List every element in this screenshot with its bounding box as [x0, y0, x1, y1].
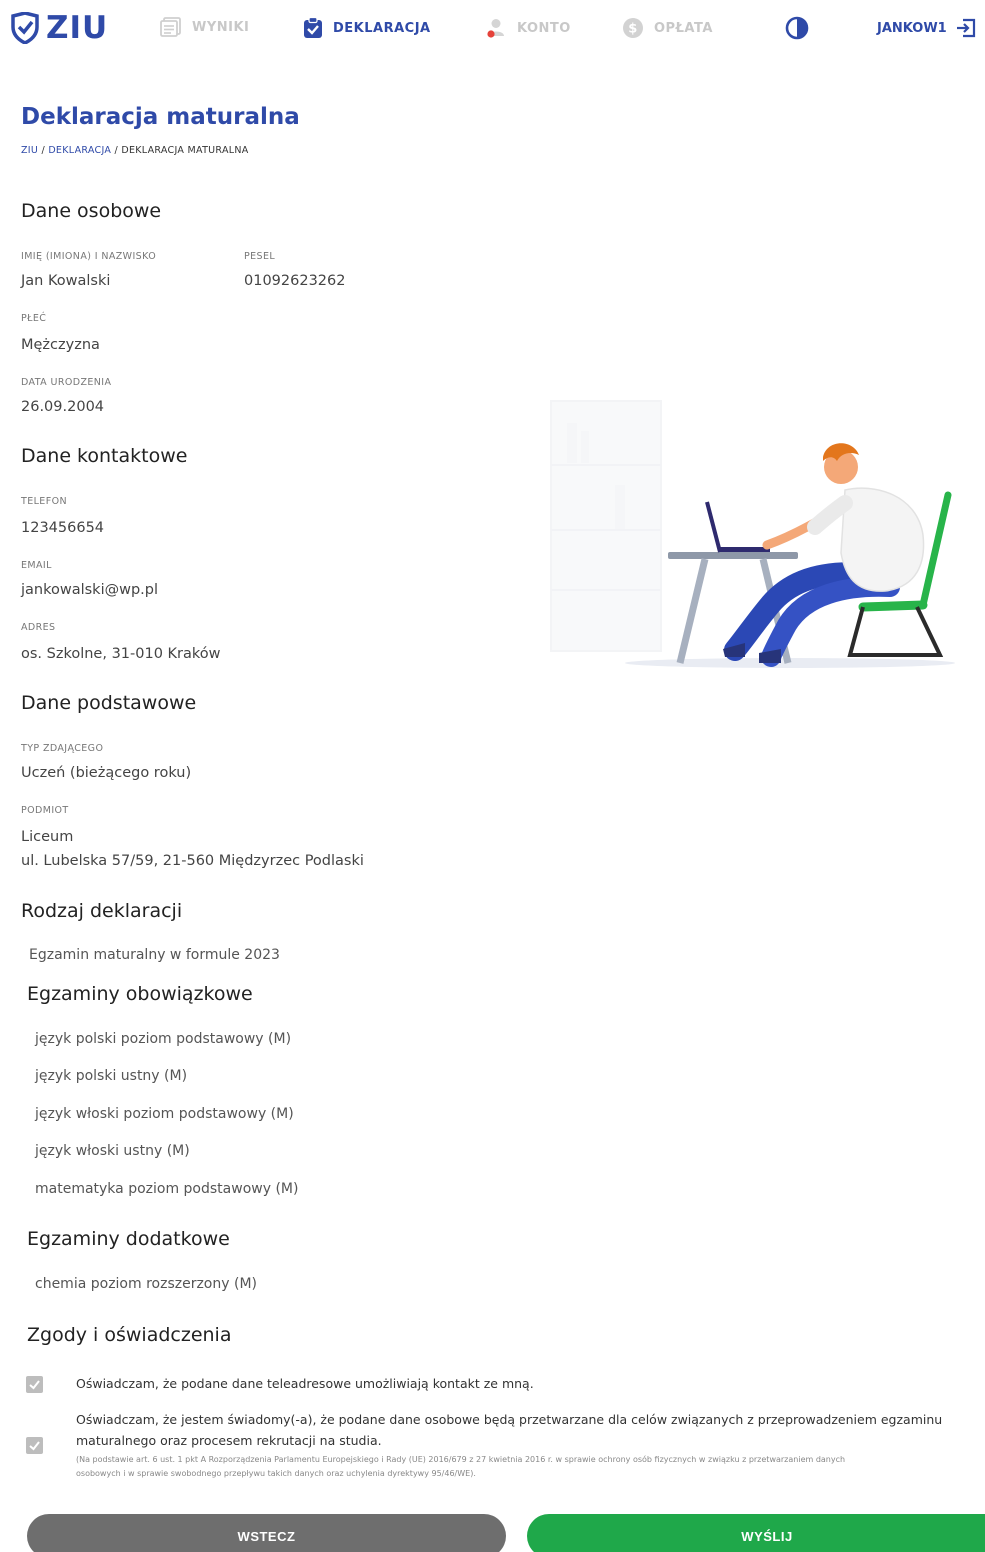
page-title: Deklaracja maturalna — [21, 104, 300, 130]
additional-exam-item: chemia poziom rozszerzony (M) — [35, 1276, 257, 1292]
birth-date-label: DATA URODZENIA — [21, 377, 112, 388]
candidate-type-label: TYP ZDAJĄCEGO — [21, 743, 104, 754]
address-label: ADRES — [21, 622, 56, 633]
entity-address: ul. Lubelska 57/59, 21-560 Międzyrzec Po… — [21, 853, 364, 869]
mandatory-exam-item: matematyka poziom podstawowy (M) — [35, 1181, 299, 1197]
name-value: Jan Kowalski — [21, 273, 111, 289]
coin-icon: $ — [623, 18, 643, 38]
send-button[interactable]: WYŚLIJ — [527, 1514, 985, 1552]
nav-item-deklaracja[interactable]: DEKLARACJA — [303, 17, 431, 39]
section-title-personal: Dane osobowe — [21, 200, 162, 222]
nav-label: WYNIKI — [192, 19, 250, 35]
birth-date-value: 26.09.2004 — [21, 399, 105, 415]
consent-checkbox-data-processing[interactable] — [26, 1437, 43, 1454]
entity-label: PODMIOT — [21, 805, 69, 816]
pesel-value: 01092623262 — [244, 273, 346, 289]
mandatory-exam-item: język polski ustny (M) — [35, 1068, 188, 1084]
person-at-laptop-illustration — [550, 400, 955, 668]
breadcrumb-separator: / — [111, 145, 122, 156]
list-icon — [160, 17, 181, 37]
email-value: jankowalski@wp.pl — [21, 582, 159, 598]
logout-icon[interactable] — [955, 17, 977, 39]
pesel-label: PESEL — [244, 251, 276, 262]
breadcrumb-separator: / — [38, 145, 49, 156]
section-title-mandatory-exams: Egzaminy obowiązkowe — [27, 983, 253, 1005]
nav-item-wyniki[interactable]: WYNIKI — [160, 17, 249, 37]
checkmark-icon — [29, 1441, 40, 1451]
consent-text-contact: Oświadczam, że podane dane teleadresowe … — [76, 1376, 534, 1391]
mandatory-exam-item: język włoski poziom podstawowy (M) — [35, 1106, 294, 1122]
entity-name: Liceum — [21, 829, 74, 845]
candidate-type-value: Uczeń (bieżącego roku) — [21, 765, 192, 781]
checkmark-icon — [29, 1380, 40, 1390]
consent-checkbox-contact[interactable] — [26, 1376, 43, 1393]
sex-value: Mężczyzna — [21, 337, 100, 353]
mandatory-exam-item: język polski poziom podstawowy (M) — [35, 1031, 292, 1047]
phone-label: TELEFON — [21, 496, 67, 507]
breadcrumb-current: DEKLARACJA MATURALNA — [121, 145, 249, 156]
mandatory-exam-item: język włoski ustny (M) — [35, 1143, 190, 1159]
declaration-type-value: Egzamin maturalny w formule 2023 — [29, 947, 280, 963]
section-title-declaration: Rodzaj deklaracji — [21, 900, 183, 922]
user-menu[interactable]: JANKOW1 — [877, 17, 977, 39]
bookshelf-shape — [550, 400, 662, 652]
section-title-consents: Zgody i oświadczenia — [27, 1324, 232, 1346]
breadcrumb-link-deklaracja[interactable]: DEKLARACJA — [48, 145, 111, 156]
consent-text-data-processing-line1: Oświadczam, że jestem świadomy(-a), że p… — [76, 1412, 943, 1427]
consent-legal-note-line2: osobowych i w sprawie swobodnego przepły… — [76, 1469, 476, 1478]
username: JANKOW1 — [877, 20, 947, 36]
nav-label: OPŁATA — [654, 20, 713, 36]
section-title-contact: Dane kontaktowe — [21, 445, 188, 467]
contrast-toggle[interactable] — [785, 16, 809, 44]
clipboard-check-icon — [304, 17, 322, 38]
top-navigation: ZIU WYNIKI DEKLARACJA KONTO $ OPŁATA JAN… — [0, 0, 985, 56]
nav-label: KONTO — [517, 20, 571, 36]
address-value: os. Szkolne, 31-010 Kraków — [21, 646, 221, 662]
shield-check-icon — [11, 12, 39, 44]
back-button[interactable]: WSTECZ — [27, 1514, 506, 1552]
user-icon — [487, 19, 504, 38]
logo[interactable]: ZIU — [10, 10, 108, 46]
nav-item-oplata[interactable]: $ OPŁATA — [622, 17, 713, 39]
phone-value: 123456654 — [21, 520, 105, 536]
section-title-basic: Dane podstawowe — [21, 692, 197, 714]
svg-text:$: $ — [628, 22, 638, 37]
name-label: IMIĘ (IMIONA) I NAZWISKO — [21, 251, 157, 262]
logo-text: ZIU — [46, 10, 109, 46]
nav-item-konto[interactable]: KONTO — [485, 17, 571, 39]
email-label: EMAIL — [21, 560, 52, 571]
consent-legal-note-line1: (Na podstawie art. 6 ust. 1 pkt A Rozpor… — [76, 1455, 846, 1464]
breadcrumb-link-ziu[interactable]: ZIU — [21, 145, 38, 156]
contrast-icon — [785, 16, 809, 40]
nav-label: DEKLARACJA — [333, 20, 431, 36]
consent-text-data-processing-line2: maturalnego oraz procesem rekrutacji na … — [76, 1433, 382, 1448]
sex-label: PŁEĆ — [21, 313, 47, 324]
section-title-additional-exams: Egzaminy dodatkowe — [27, 1228, 230, 1250]
breadcrumb: ZIU / DEKLARACJA / DEKLARACJA MATURALNA — [21, 145, 249, 156]
